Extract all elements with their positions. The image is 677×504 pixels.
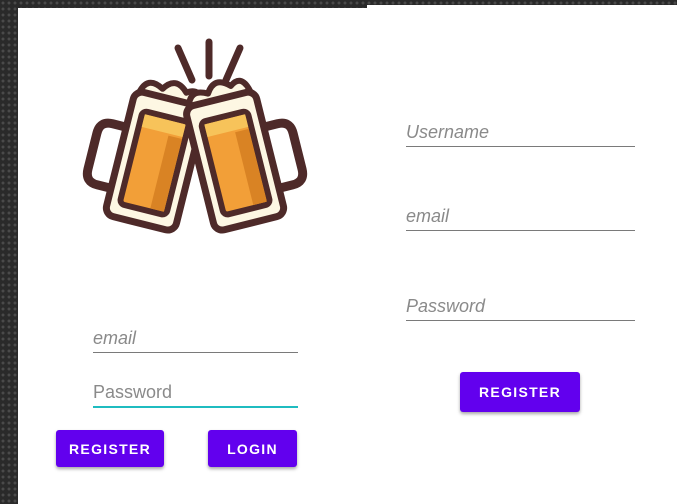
register-email-field: [406, 204, 635, 231]
register-username-field: [406, 120, 635, 147]
register-button[interactable]: REGISTER: [460, 372, 580, 412]
login-password-field: [93, 380, 298, 408]
register-username-input[interactable]: [406, 122, 635, 143]
register-email-input[interactable]: [406, 206, 635, 227]
register-password-field: [406, 294, 635, 321]
register-panel: REGISTER: [367, 5, 677, 504]
beer-mugs-cheers-icon: [82, 38, 308, 234]
login-panel: REGISTER LOGIN: [18, 8, 367, 504]
login-button[interactable]: LOGIN: [208, 430, 297, 467]
login-email-input[interactable]: [93, 328, 298, 349]
login-password-input[interactable]: [93, 382, 298, 403]
login-register-button[interactable]: REGISTER: [56, 430, 164, 467]
login-email-field: [93, 326, 298, 353]
register-password-input[interactable]: [406, 296, 635, 317]
